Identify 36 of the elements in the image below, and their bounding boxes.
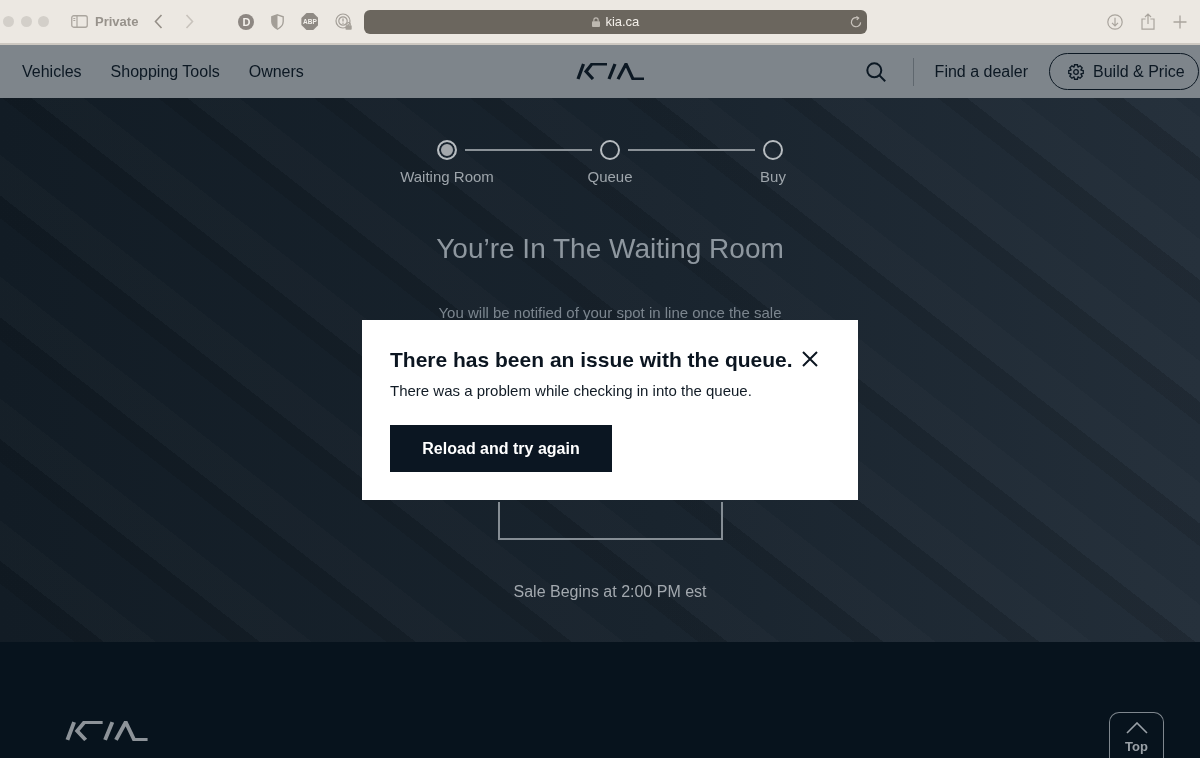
dialog-title: There has been an issue with the queue.: [390, 347, 793, 373]
sale-time-text: Sale Begins at 2:00 PM est: [513, 583, 707, 601]
close-button[interactable]: [802, 351, 818, 367]
window-control-icon[interactable]: [38, 16, 49, 27]
nav-link[interactable]: Vehicles: [22, 62, 82, 81]
shield-icon[interactable]: [271, 13, 285, 30]
nav-link[interactable]: Owners: [248, 62, 304, 81]
back-to-top-button[interactable]: Top: [1109, 712, 1164, 758]
lock-icon: [592, 16, 601, 27]
find-dealer-link[interactable]: Find a dealer: [934, 62, 1028, 81]
sidebar-icon[interactable]: [71, 15, 88, 28]
window-control-icon[interactable]: [20, 16, 32, 27]
chevron-up-icon: [1125, 722, 1148, 734]
step-label: Waiting Room: [400, 168, 494, 186]
reload-icon[interactable]: [850, 15, 863, 28]
nav-link[interactable]: Shopping Tools: [110, 62, 220, 81]
info-text: You will be notified of your spot in line once the sale: [438, 304, 782, 322]
address-field[interactable]: kia.ca: [364, 9, 868, 34]
step-label: Buy: [760, 168, 786, 186]
alert-lock-icon[interactable]: [335, 13, 353, 30]
page-title: You’re In The Waiting Room: [436, 232, 784, 266]
search-icon[interactable]: [865, 61, 886, 82]
chevron-left-icon[interactable]: [154, 14, 164, 29]
dialog-message: There was a problem while checking in into the queue.: [390, 381, 753, 401]
gear-icon: [1068, 63, 1084, 80]
step-label: Queue: [587, 168, 633, 186]
private-label: Private: [95, 14, 139, 29]
download-icon[interactable]: [1107, 13, 1123, 30]
plus-icon[interactable]: [1173, 14, 1187, 29]
reload-button[interactable]: Reload and try again: [390, 425, 612, 472]
extension-button[interactable]: D: [238, 13, 255, 30]
close-icon: [802, 351, 818, 367]
brand-logo[interactable]: [575, 63, 646, 80]
url-text: kia.ca: [605, 14, 640, 29]
share-icon[interactable]: [1141, 13, 1155, 30]
window-control-icon[interactable]: [3, 16, 14, 27]
